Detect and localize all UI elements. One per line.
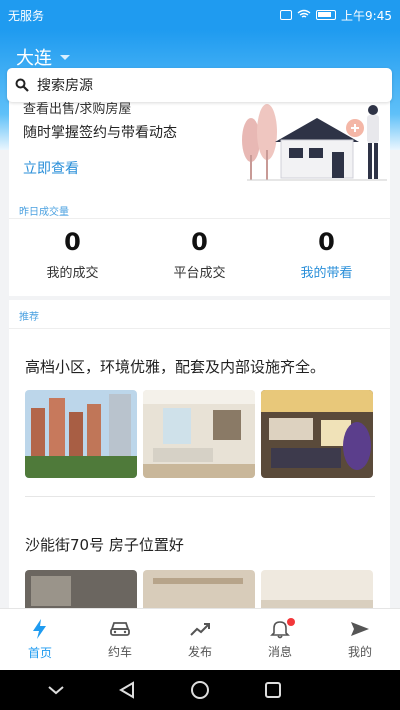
listing-title[interactable]: 沙能街70号 房子位置好 xyxy=(25,534,184,555)
trend-icon xyxy=(190,623,210,636)
battery-icon xyxy=(316,10,337,20)
unread-badge xyxy=(287,618,295,626)
recents-icon[interactable] xyxy=(264,681,282,699)
stat-value: 0 xyxy=(64,228,81,256)
house-illustration xyxy=(242,104,387,181)
card-divider xyxy=(25,496,375,497)
lightning-icon xyxy=(33,619,46,639)
stat-my-viewings[interactable]: 0 我的带看 xyxy=(263,228,390,281)
recommend-section-label: 推荐 xyxy=(19,312,39,323)
listing-photo[interactable] xyxy=(25,390,137,478)
stat-label: 我的成交 xyxy=(46,266,99,281)
listing-title[interactable]: 高档小区，环境优雅，配套及内部设施齐全。 xyxy=(25,356,325,377)
city-name: 大连 xyxy=(16,48,52,69)
caret-down-icon xyxy=(60,54,70,60)
send-icon xyxy=(351,622,369,636)
tab-car[interactable]: 约车 xyxy=(80,609,160,670)
home-icon[interactable] xyxy=(190,680,210,700)
tab-messages[interactable]: 消息 xyxy=(240,609,320,670)
system-nav-bar xyxy=(0,670,400,710)
tab-home[interactable]: 首页 xyxy=(0,609,80,670)
listing-photo[interactable] xyxy=(261,390,373,478)
wifi-icon xyxy=(297,8,311,22)
time-text: 上午9:45 xyxy=(341,8,392,23)
view-now-link[interactable]: 立即查看 xyxy=(23,158,79,178)
stat-platform-deals[interactable]: 0 平台成交 xyxy=(136,228,263,281)
stats-section-label: 昨日成交量 xyxy=(19,207,69,218)
stat-my-deals[interactable]: 0 我的成交 xyxy=(9,228,136,281)
search-icon xyxy=(15,78,29,92)
vibrate-icon xyxy=(280,10,293,20)
stat-label: 我的带看 xyxy=(300,266,353,281)
listing-photo[interactable] xyxy=(143,390,255,478)
chevron-down-icon[interactable] xyxy=(47,684,65,696)
bottom-tab-bar: 首页 约车 发布 消息 我的 xyxy=(0,608,400,670)
car-icon xyxy=(110,622,130,636)
tab-mine[interactable]: 我的 xyxy=(320,609,400,670)
transaction-stats: 昨日成交量 0 我的成交 0 平台成交 0 我的带看 xyxy=(9,200,390,296)
carrier-text: 无服务 xyxy=(8,8,45,23)
stat-value: 0 xyxy=(318,228,335,256)
back-icon[interactable] xyxy=(118,681,136,699)
status-icons: 上午9:45 xyxy=(280,7,392,24)
tab-label: 约车 xyxy=(107,645,132,659)
divider xyxy=(9,328,390,329)
promo-banner[interactable]: 查看出售/求购房屋 随时掌握签约与带看动态 立即查看 xyxy=(9,100,390,200)
recommend-section: 推荐 高档小区，环境优雅，配套及内部设施齐全。 沙能街70号 房子位置好 xyxy=(9,300,390,610)
divider xyxy=(9,218,390,219)
tab-label: 发布 xyxy=(187,645,212,659)
stat-value: 0 xyxy=(191,228,208,256)
tab-label: 我的 xyxy=(347,645,372,659)
banner-line2: 随时掌握签约与带看动态 xyxy=(23,125,177,141)
tab-label: 首页 xyxy=(27,646,52,660)
tab-publish[interactable]: 发布 xyxy=(160,609,240,670)
banner-line1: 查看出售/求购房屋 xyxy=(23,102,132,117)
stat-label: 平台成交 xyxy=(173,266,226,281)
search-input[interactable]: 搜索房源 xyxy=(7,68,392,102)
search-placeholder: 搜索房源 xyxy=(37,78,93,94)
tab-label: 消息 xyxy=(267,645,292,659)
city-selector[interactable]: 大连 xyxy=(16,44,70,70)
status-bar: 无服务 上午9:45 xyxy=(0,0,400,30)
